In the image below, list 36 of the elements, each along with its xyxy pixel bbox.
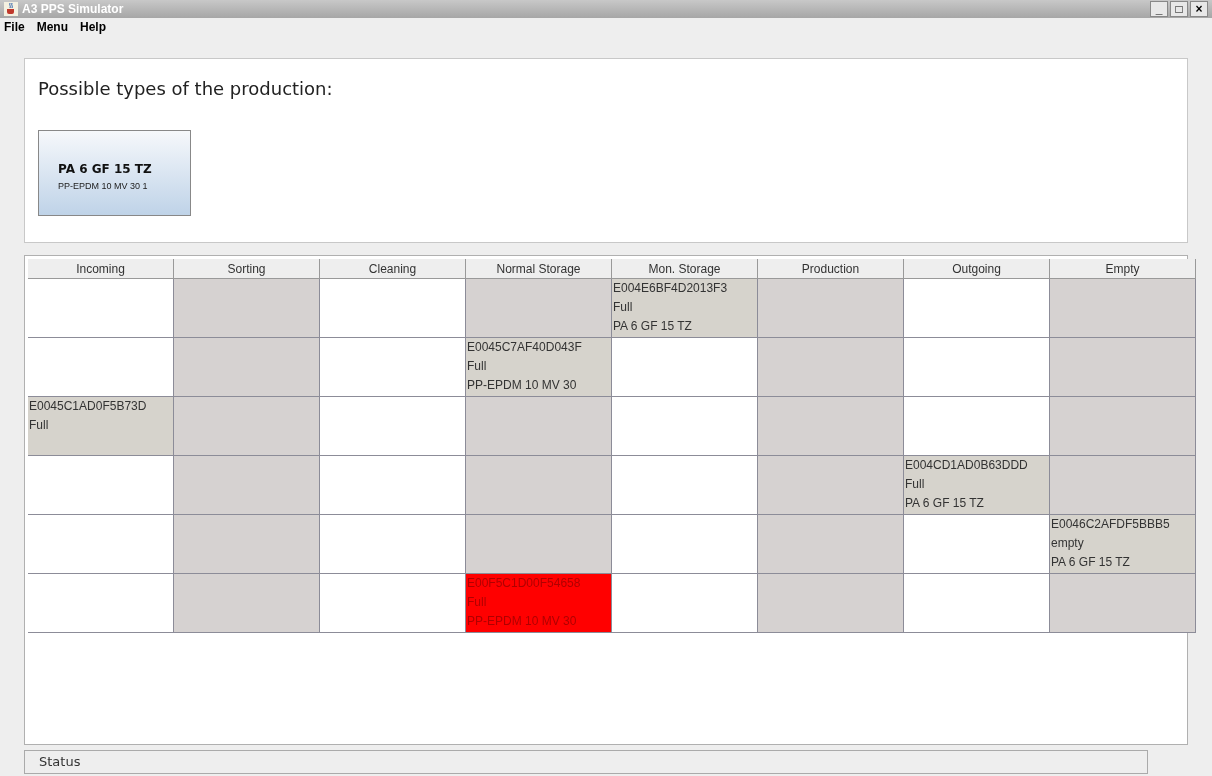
cell-text: PA 6 GF 15 TZ: [905, 495, 985, 512]
cell-text: empty: [1051, 535, 1085, 552]
cell-text: Full: [905, 476, 926, 493]
column-header[interactable]: Normal Storage: [466, 259, 612, 279]
cell-text: Full: [467, 358, 488, 375]
window-title: A3 PPS Simulator: [22, 1, 125, 18]
production-type-button[interactable]: PA 6 GF 15 TZ PP-EPDM 10 MV 30 1: [38, 130, 191, 216]
cell-text: PA 6 GF 15 TZ: [613, 318, 693, 335]
window-control-button[interactable]: _: [1150, 1, 1168, 17]
column-header[interactable]: Incoming: [28, 259, 174, 279]
window-control-button[interactable]: □: [1170, 1, 1188, 17]
cell-text: E0045C1AD0F5B73D: [29, 398, 148, 415]
cell-text: E004E6BF4D2013F3: [613, 280, 729, 297]
column-header[interactable]: Cleaning: [320, 259, 466, 279]
column-header[interactable]: Empty: [1050, 259, 1196, 279]
cell-text: Full: [613, 299, 634, 316]
column-header[interactable]: Mon. Storage: [612, 259, 758, 279]
panel-heading: Possible types of the production:: [38, 77, 334, 101]
menu-item[interactable]: File: [4, 18, 25, 36]
window-control-button[interactable]: ×: [1190, 1, 1208, 17]
column-header[interactable]: Outgoing: [904, 259, 1050, 279]
column-header[interactable]: Sorting: [174, 259, 320, 279]
menu-item[interactable]: Help: [80, 18, 107, 36]
cell-text: E0045C7AF40D043F: [467, 339, 583, 356]
menu-item[interactable]: Menu: [36, 18, 68, 36]
status-text: Status: [39, 753, 81, 772]
cell-text: PA 6 GF 15 TZ: [1051, 554, 1131, 571]
cell-text: PP-EPDM 10 MV 30: [467, 613, 578, 630]
cell-text: Full: [467, 594, 488, 611]
cell-text: PP-EPDM 10 MV 30: [467, 377, 578, 394]
cell-text: E00F5C1D00F54658: [467, 575, 582, 592]
column-header[interactable]: Production: [758, 259, 904, 279]
cell-text: Full: [29, 417, 50, 434]
coffee-cup-icon: [4, 2, 18, 16]
cell-text: E0046C2AFDF5BBB5: [1051, 516, 1171, 533]
cell-text: E004CD1AD0B63DDD: [905, 457, 1029, 474]
